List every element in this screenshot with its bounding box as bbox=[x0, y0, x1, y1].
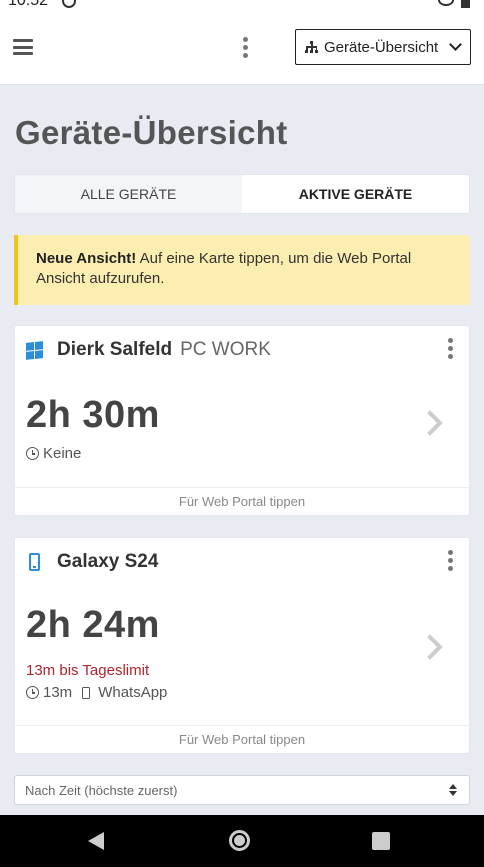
card-more-options-icon[interactable] bbox=[448, 338, 453, 359]
web-portal-link[interactable]: Für Web Portal tippen bbox=[15, 725, 469, 753]
card-more-options-icon[interactable] bbox=[448, 550, 453, 571]
app-name: WhatsApp bbox=[98, 684, 168, 701]
notification-icon bbox=[62, 0, 76, 8]
clock-icon bbox=[26, 686, 39, 699]
device-name: PC WORK bbox=[180, 339, 271, 360]
notice-bold-text: Neue Ansicht! bbox=[36, 250, 137, 267]
app-usage-row: 13m WhatsApp bbox=[26, 684, 167, 701]
status-bar: 10:52 bbox=[0, 0, 484, 10]
sort-select-label: Nach Zeit (höchste zuerst) bbox=[25, 782, 178, 798]
view-select-dropdown[interactable]: Geräte-Übersicht bbox=[295, 29, 471, 65]
time-limit-value: Keine bbox=[43, 445, 82, 462]
sort-select[interactable]: Nach Zeit (höchste zuerst) bbox=[14, 775, 470, 805]
more-options-icon[interactable] bbox=[243, 37, 248, 58]
device-card-header: Galaxy S24 bbox=[26, 551, 166, 573]
android-nav-bar bbox=[0, 815, 484, 867]
web-portal-link[interactable]: Für Web Portal tippen bbox=[15, 487, 469, 515]
hierarchy-icon bbox=[305, 41, 318, 53]
battery-icon bbox=[461, 0, 470, 8]
new-view-notice: Neue Ansicht! Auf eine Karte tippen, um … bbox=[14, 235, 470, 305]
device-card[interactable]: Galaxy S24 2h 24m 13m bis Tageslimit 13m… bbox=[14, 537, 470, 754]
back-icon[interactable] bbox=[88, 832, 104, 850]
status-time: 10:52 bbox=[8, 0, 49, 9]
page-title: Geräte-Übersicht bbox=[15, 114, 288, 151]
daily-limit-remaining: 13m bis Tageslimit bbox=[26, 662, 150, 679]
time-limit-row: Keine bbox=[26, 445, 81, 462]
tab-all-devices[interactable]: ALLE GERÄTE bbox=[15, 175, 242, 213]
usage-duration: 2h 24m bbox=[26, 604, 160, 646]
chevron-right-icon[interactable] bbox=[417, 634, 443, 660]
select-arrows-icon bbox=[449, 784, 457, 796]
smartphone-icon bbox=[29, 553, 40, 571]
clock-icon bbox=[26, 447, 39, 460]
wifi-icon bbox=[438, 0, 454, 6]
app-usage-time: 13m bbox=[43, 684, 73, 701]
recent-apps-icon[interactable] bbox=[372, 832, 390, 850]
device-card-header: Dierk Salfeld PC WORK bbox=[26, 339, 271, 361]
menu-icon[interactable] bbox=[13, 39, 33, 55]
windows-icon bbox=[26, 340, 43, 360]
chevron-down-icon bbox=[449, 38, 462, 51]
device-owner-name: Dierk Salfeld bbox=[57, 339, 173, 360]
app-icon bbox=[82, 686, 91, 699]
device-card[interactable]: Dierk Salfeld PC WORK 2h 30m Keine Für W… bbox=[14, 325, 470, 516]
home-icon[interactable] bbox=[229, 830, 250, 851]
chevron-right-icon[interactable] bbox=[417, 410, 443, 436]
device-tabs: ALLE GERÄTE AKTIVE GERÄTE bbox=[14, 174, 470, 214]
app-header: Geräte-Übersicht bbox=[0, 10, 484, 85]
view-select-label: Geräte-Übersicht bbox=[324, 38, 439, 56]
tab-active-devices[interactable]: AKTIVE GERÄTE bbox=[242, 175, 469, 213]
usage-duration: 2h 30m bbox=[26, 394, 160, 436]
device-name: Galaxy S24 bbox=[57, 551, 159, 572]
